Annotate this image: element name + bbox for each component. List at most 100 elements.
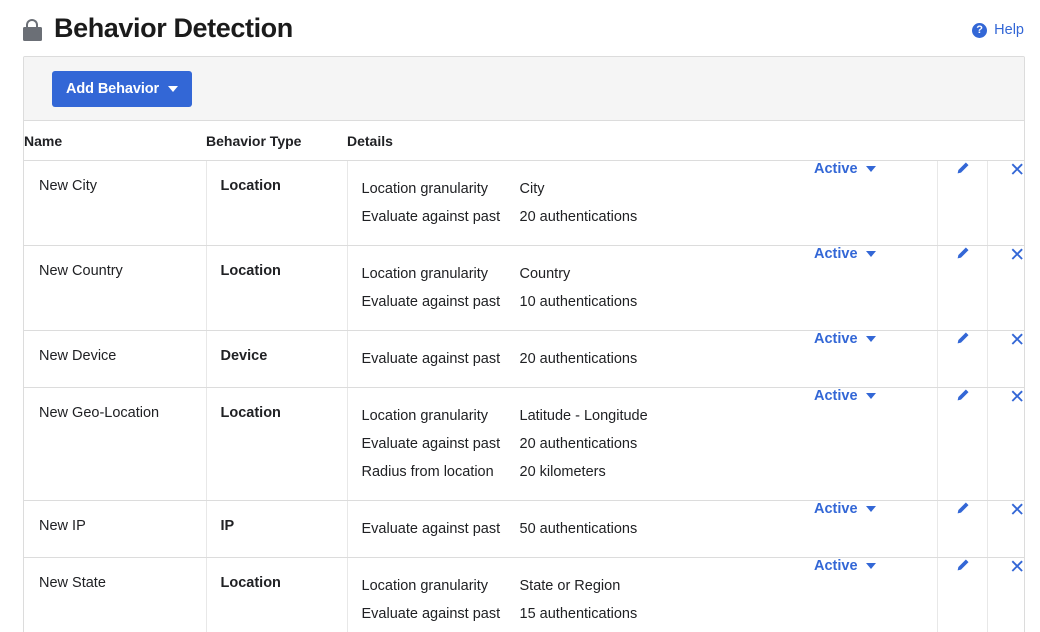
status-dropdown[interactable]: Active [812, 558, 876, 574]
help-label: Help [994, 22, 1024, 38]
lock-icon [22, 17, 42, 41]
cell-status: Active [812, 331, 937, 388]
detail-label: Evaluate against past [362, 345, 520, 373]
cell-edit [937, 161, 987, 246]
column-header-name: Name [24, 121, 206, 161]
cell-delete: ✕ [987, 388, 1025, 501]
pencil-icon[interactable] [955, 501, 970, 516]
detail-value: Latitude - Longitude [520, 402, 648, 430]
chevron-down-icon [866, 563, 876, 569]
detail-row: Evaluate against past20 authentications [362, 345, 813, 373]
close-x-icon[interactable]: ✕ [1009, 161, 1025, 180]
detail-value: State or Region [520, 572, 621, 600]
detail-label: Location granularity [362, 175, 520, 203]
chevron-down-icon [866, 251, 876, 257]
detail-value: 15 authentications [520, 600, 638, 628]
cell-name: New Device [24, 331, 206, 388]
cell-behavior-type: Location [206, 388, 347, 501]
detail-label: Location granularity [362, 260, 520, 288]
status-dropdown[interactable]: Active [812, 388, 876, 404]
detail-label: Evaluate against past [362, 515, 520, 543]
detail-value: Country [520, 260, 571, 288]
chevron-down-icon [866, 166, 876, 172]
detail-label: Radius from location [362, 458, 520, 486]
status-dropdown[interactable]: Active [812, 331, 876, 347]
cell-edit [937, 388, 987, 501]
detail-row: Evaluate against past10 authentications [362, 288, 813, 316]
cell-delete: ✕ [987, 246, 1025, 331]
detail-label: Evaluate against past [362, 203, 520, 231]
table-row: New CountryLocationLocation granularityC… [24, 246, 1025, 331]
cell-status: Active [812, 558, 937, 632]
cell-behavior-type: Location [206, 161, 347, 246]
close-x-icon[interactable]: ✕ [1009, 388, 1025, 407]
detail-row: Evaluate against past50 authentications [362, 515, 813, 543]
detail-row: Location granularityCity [362, 175, 813, 203]
cell-status: Active [812, 246, 937, 331]
table-row: New DeviceDevice Evaluate against past20 … [24, 331, 1025, 388]
cell-details: Evaluate against past50 authentications [347, 501, 812, 558]
cell-name: New Geo-Location [24, 388, 206, 501]
add-behavior-button[interactable]: Add Behavior [52, 71, 192, 107]
detail-row: Location granularityLatitude - Longitude [362, 402, 813, 430]
behaviors-table: Name Behavior Type Details New CityLocat… [24, 121, 1025, 632]
status-label: Active [814, 388, 858, 404]
table-body: New CityLocationLocation granularityCity… [24, 161, 1025, 632]
pencil-icon[interactable] [955, 558, 970, 573]
cell-behavior-type: Device [206, 331, 347, 388]
close-x-icon[interactable]: ✕ [1009, 558, 1025, 577]
cell-edit [937, 246, 987, 331]
status-label: Active [814, 558, 858, 574]
status-label: Active [814, 161, 858, 177]
pencil-icon[interactable] [955, 331, 970, 346]
help-link[interactable]: ? Help [972, 22, 1024, 38]
close-x-icon[interactable]: ✕ [1009, 331, 1025, 350]
status-label: Active [814, 331, 858, 347]
page-title: Behavior Detection [54, 15, 293, 42]
cell-delete: ✕ [987, 331, 1025, 388]
detail-row: Location granularityCountry [362, 260, 813, 288]
cell-details: Location granularityState or RegionEvalu… [347, 558, 812, 632]
pencil-icon[interactable] [955, 246, 970, 261]
status-label: Active [814, 246, 858, 262]
status-dropdown[interactable]: Active [812, 501, 876, 517]
column-header-delete [987, 121, 1025, 161]
status-dropdown[interactable]: Active [812, 161, 876, 177]
status-dropdown[interactable]: Active [812, 246, 876, 262]
detail-value: 20 authentications [520, 430, 638, 458]
cell-edit [937, 558, 987, 632]
cell-name: New State [24, 558, 206, 632]
cell-status: Active [812, 501, 937, 558]
table-row: New CityLocation Location granularityCity… [24, 161, 1025, 246]
cell-status: Active [812, 161, 937, 246]
table-row: New IPIPEvaluate against past50 authenti… [24, 501, 1025, 558]
chevron-down-icon [866, 393, 876, 399]
cell-delete: ✕ [987, 501, 1025, 558]
detail-value: 20 authentications [520, 203, 638, 231]
detail-label: Location granularity [362, 402, 520, 430]
pencil-icon[interactable] [955, 161, 970, 176]
detail-row: Evaluate against past20 authentications [362, 430, 813, 458]
detail-label: Evaluate against past [362, 430, 520, 458]
cell-name: New City [24, 161, 206, 246]
cell-status: Active [812, 388, 937, 501]
detail-label: Evaluate against past [362, 600, 520, 628]
close-x-icon[interactable]: ✕ [1009, 246, 1025, 265]
pencil-icon[interactable] [955, 388, 970, 403]
column-header-type: Behavior Type [206, 121, 347, 161]
cell-details: Evaluate against past20 authentications [347, 331, 812, 388]
cell-details: Location granularityCountryEvaluate agai… [347, 246, 812, 331]
table-head: Name Behavior Type Details [24, 121, 1025, 161]
card-toolbar: Add Behavior [24, 57, 1024, 121]
cell-edit [937, 501, 987, 558]
cell-behavior-type: Location [206, 246, 347, 331]
close-x-icon[interactable]: ✕ [1009, 501, 1025, 520]
cell-edit [937, 331, 987, 388]
column-header-edit [937, 121, 987, 161]
behaviors-card: Add Behavior Name Behavior Type Details … [23, 56, 1025, 632]
cell-name: New IP [24, 501, 206, 558]
help-circle-icon: ? [972, 23, 987, 38]
column-header-status [812, 121, 937, 161]
add-behavior-label: Add Behavior [66, 81, 159, 97]
detail-label: Location granularity [362, 572, 520, 600]
